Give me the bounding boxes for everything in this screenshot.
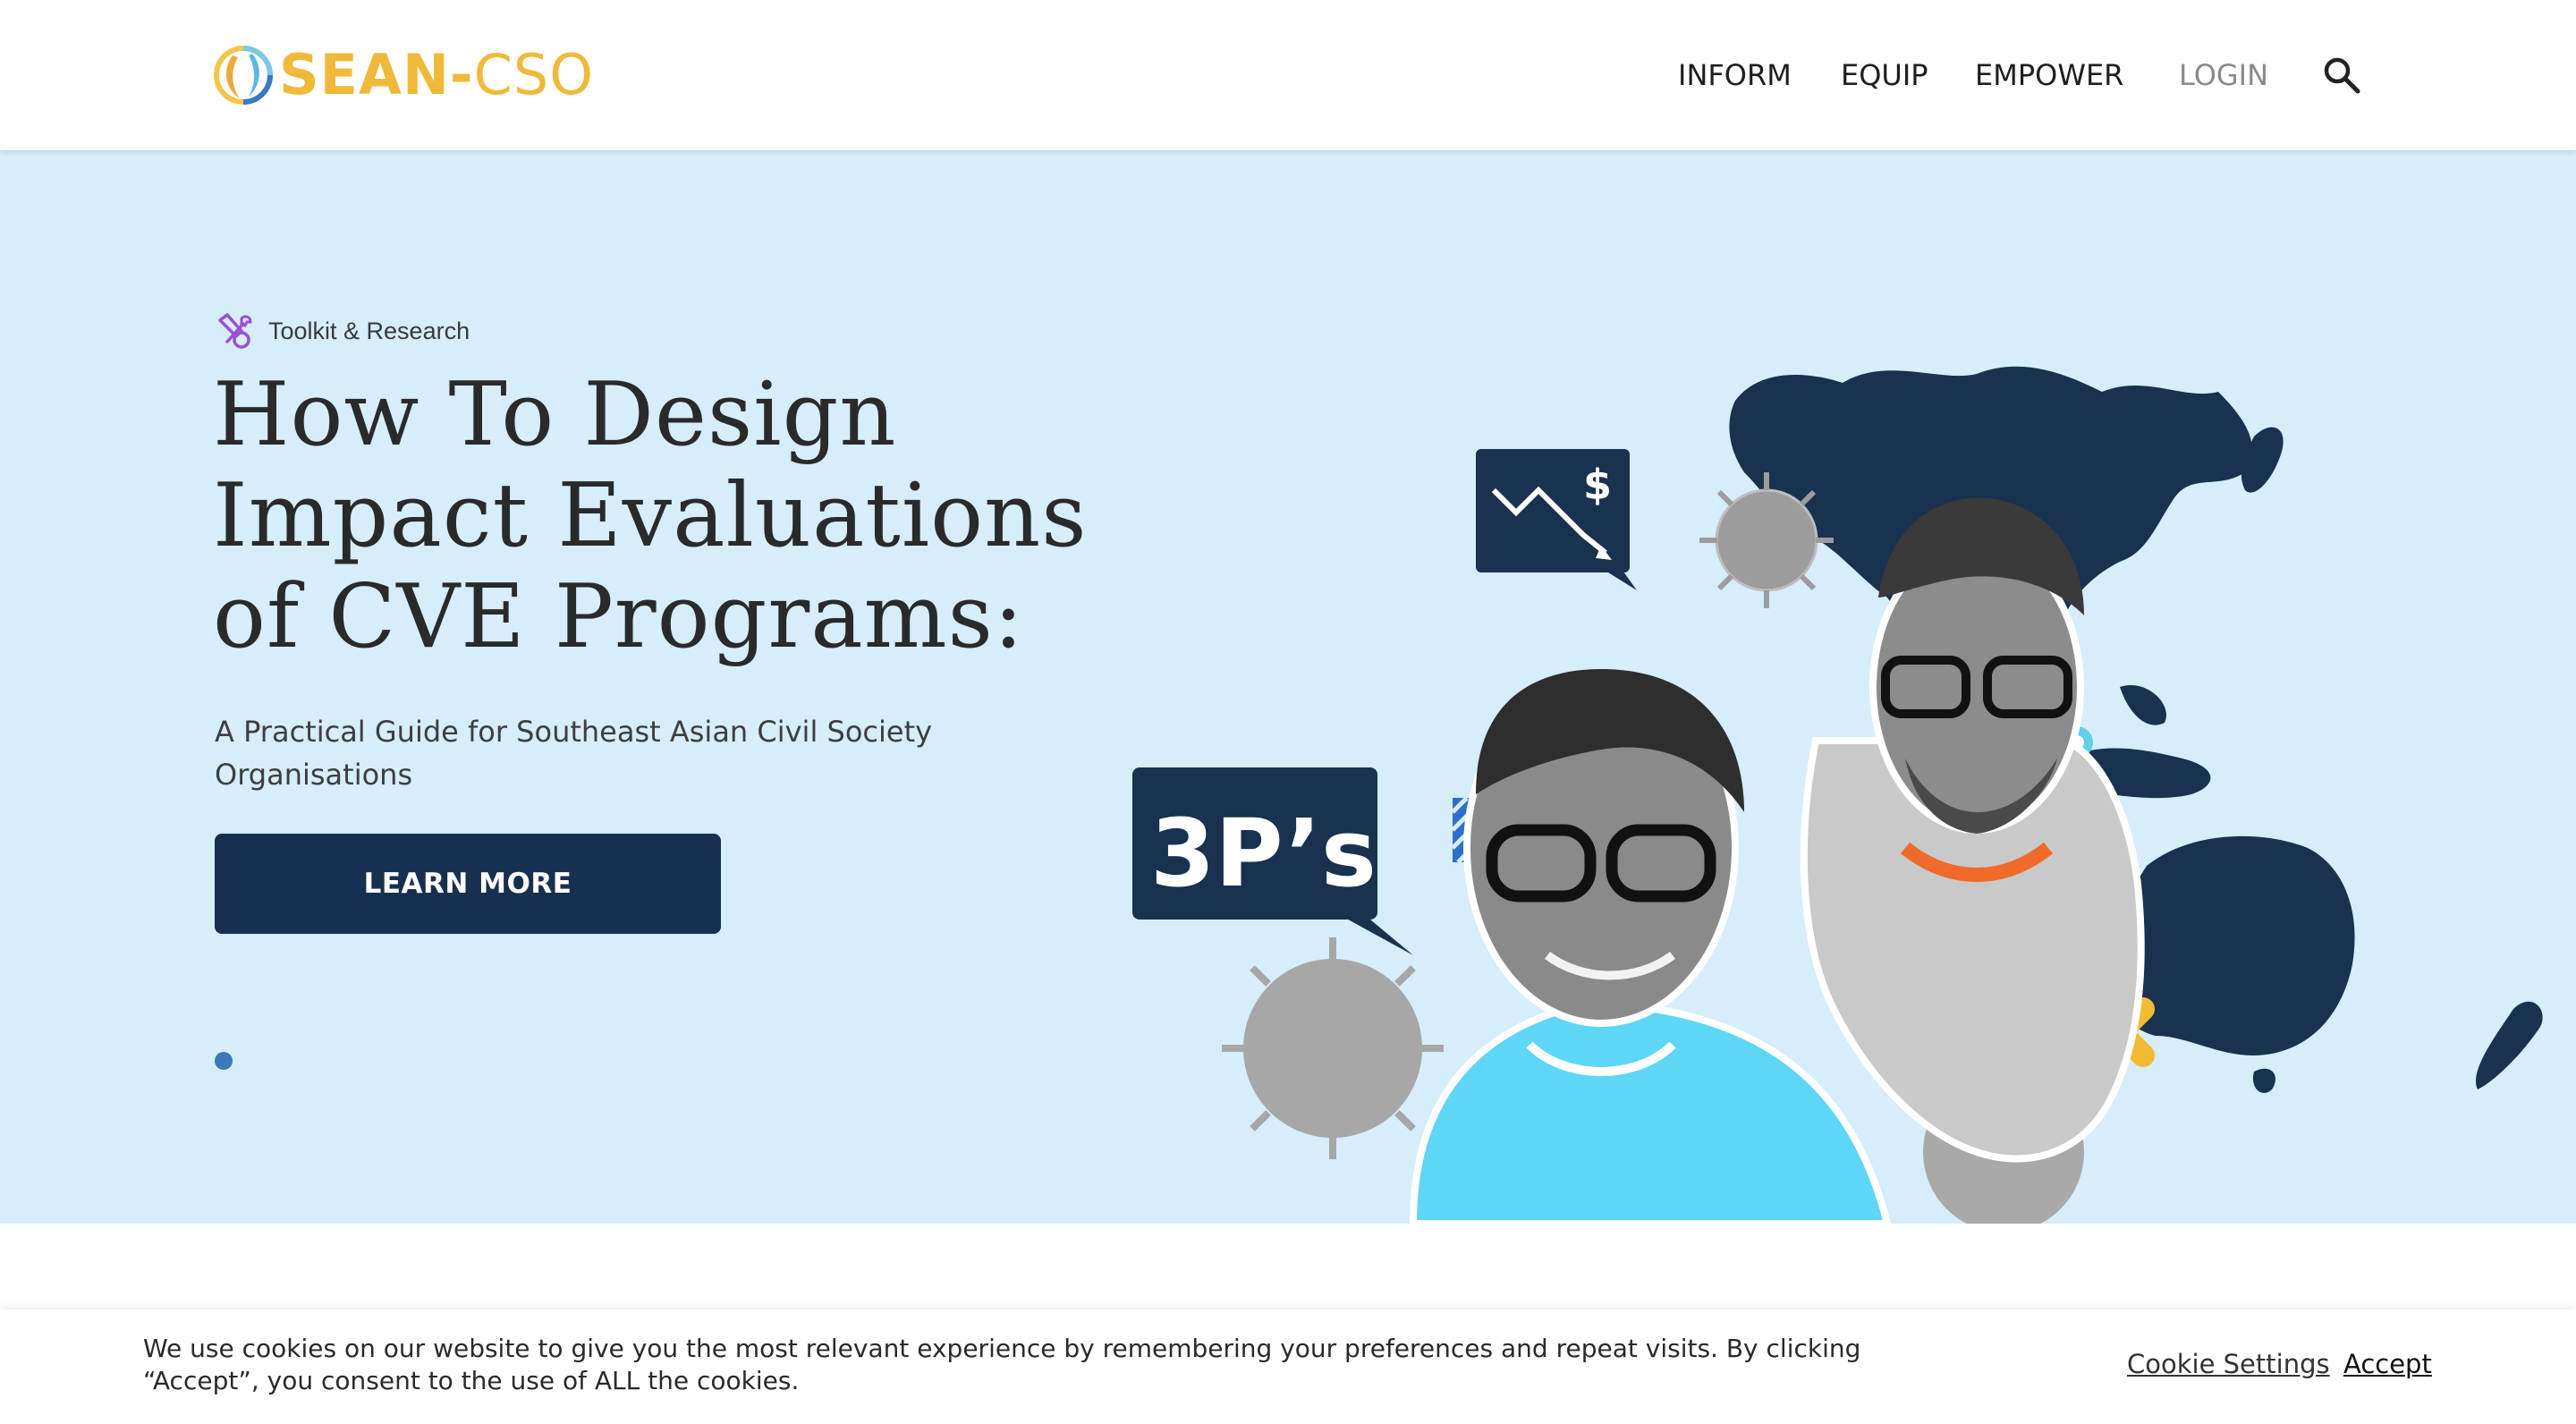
cookie-accept-link[interactable]: Accept: [2343, 1349, 2432, 1379]
nav-item-inform[interactable]: INFORM: [1678, 55, 1792, 95]
nav-item-empower[interactable]: EMPOWER: [1975, 55, 2123, 95]
3ps-badge-text: 3P’s: [1150, 799, 1377, 908]
learn-more-button[interactable]: LEARN MORE: [215, 834, 721, 934]
hero-subtitle: A Practical Guide for Southeast Asian Ci…: [215, 715, 933, 792]
hero-section: Toolkit & Research How To Design Impact …: [0, 150, 2576, 1224]
logo-name-part1: SEAN: [279, 42, 450, 107]
tools-icon: [218, 313, 252, 349]
cookie-settings-link[interactable]: Cookie Settings: [2127, 1349, 2330, 1379]
nav-item-equip[interactable]: EQUIP: [1841, 55, 1928, 95]
site-logo[interactable]: SEAN-CSO: [213, 43, 594, 107]
slider-dot-active[interactable]: [215, 1052, 233, 1070]
logo-name-part2: CSO: [473, 42, 595, 107]
person-right-photo: [1800, 497, 2145, 1163]
hero-title: How To Design Impact Evaluations of CVE …: [213, 364, 1088, 668]
search-icon[interactable]: [2322, 55, 2361, 95]
logo-text: SEAN-CSO: [279, 43, 594, 107]
logo-separator: -: [449, 42, 474, 107]
nav-login-link[interactable]: LOGIN: [2179, 55, 2268, 95]
logo-mark-icon: [214, 46, 273, 105]
virus-shape-1: [1699, 472, 1834, 608]
hero-illustration: $ 3P’s: [1132, 366, 2543, 1224]
cookie-consent-text: We use cookies on our website to give yo…: [143, 1334, 1861, 1395]
3ps-speech-badge: 3P’s: [1132, 767, 1413, 955]
cookie-consent-bar: We use cookies on our website to give yo…: [0, 1310, 2576, 1424]
category-tag[interactable]: Toolkit & Research: [215, 311, 470, 351]
site-header: SEAN-CSO INFORM EQUIP EMPOWER LOGIN: [0, 0, 2576, 150]
dollar-symbol: $: [1583, 461, 1612, 509]
trend-down-dollar-badge: $: [1476, 449, 1637, 590]
virus-shape-2: [1222, 937, 1444, 1159]
category-label: Toolkit & Research: [268, 317, 470, 344]
